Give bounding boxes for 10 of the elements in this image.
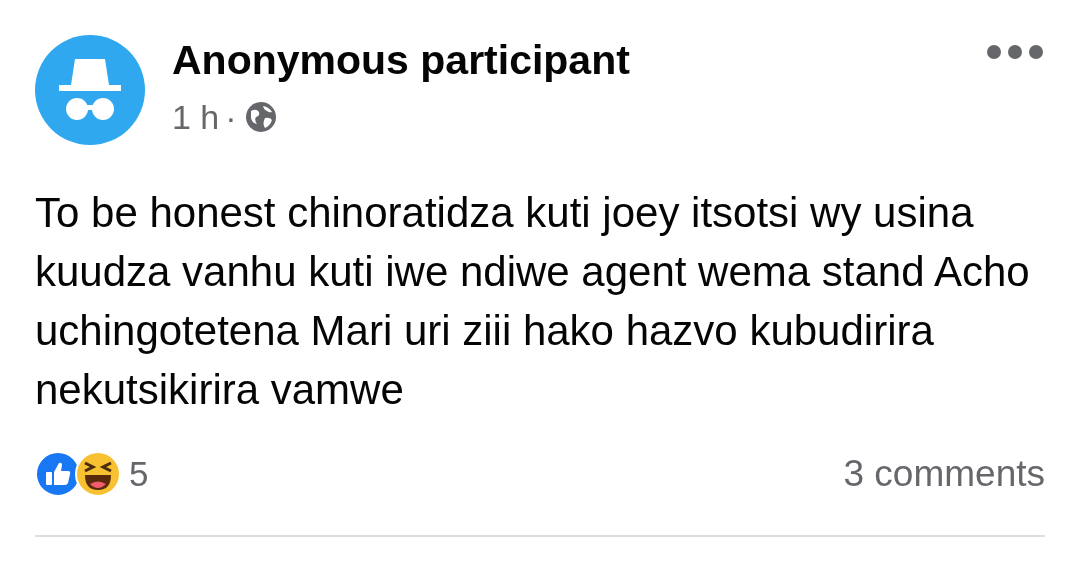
post-time[interactable]: 1 h — [172, 97, 220, 137]
avatar-icon[interactable] — [35, 35, 145, 145]
more-options-icon[interactable] — [987, 45, 1043, 59]
post-text: To be honest chinoratidza kuti joey itsotsi wy usina kuudza vanhu kuti iwe ndiwe agent wema stand Acho uchingotetena Mari uri ziii hako hazvo kubudirira nekutsikirira vamwe — [35, 188, 1031, 415]
reaction-count[interactable]: 5 — [129, 454, 149, 494]
separator-dot: · — [225, 97, 237, 137]
globe-icon — [244, 101, 277, 133]
author-name[interactable]: Anonymous participant — [172, 35, 987, 85]
laughing-emoji-icon[interactable] — [75, 451, 121, 497]
comments-count[interactable]: 3 comments — [843, 453, 1045, 495]
